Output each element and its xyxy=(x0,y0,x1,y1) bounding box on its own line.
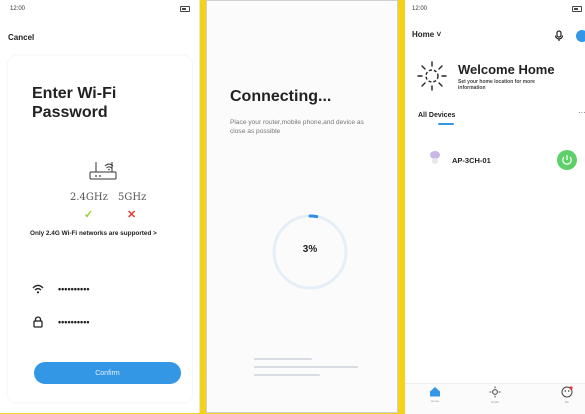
hint-line xyxy=(254,358,364,360)
battery-icon xyxy=(572,6,582,12)
microphone-icon[interactable] xyxy=(554,30,564,42)
welcome-title: Welcome Home xyxy=(458,62,555,77)
power-icon xyxy=(562,155,572,165)
tab-smart[interactable]: Smart xyxy=(482,386,508,404)
wifi-name-value: •••••••••• xyxy=(58,284,90,294)
wifi-icon xyxy=(32,284,44,294)
more-icon[interactable]: ··· xyxy=(578,108,585,117)
scene-icon xyxy=(489,386,501,398)
title-line-2: Password xyxy=(32,104,108,121)
cross-icon: ✕ xyxy=(127,209,137,221)
tab-label: Smart xyxy=(490,400,499,404)
device-name[interactable]: AP-3CH-01 xyxy=(452,156,491,165)
lock-icon xyxy=(33,316,43,328)
cancel-button[interactable]: Cancel xyxy=(8,33,34,42)
supported-networks-link[interactable]: Only 2.4G Wi-Fi networks are supported > xyxy=(30,230,157,237)
password-value: •••••••••• xyxy=(58,317,90,327)
device-icon xyxy=(430,151,440,164)
hint-line xyxy=(254,366,364,368)
tab-label: Home xyxy=(430,399,439,403)
tab-all-devices[interactable]: All Devices xyxy=(418,112,455,119)
router-icon xyxy=(89,162,117,180)
connecting-screen xyxy=(206,0,398,413)
home-selector[interactable]: Home ˅ xyxy=(412,30,441,39)
status-time: 12:00 xyxy=(10,6,26,12)
status-time: 12:00 xyxy=(412,6,428,12)
page-title: Enter Wi-Fi Password xyxy=(32,84,182,122)
progress-arc xyxy=(308,214,319,219)
page-title: Connecting... xyxy=(230,88,332,105)
home-icon xyxy=(430,387,440,397)
wifi-name-field[interactable]: •••••••••• xyxy=(32,284,90,294)
hint-line xyxy=(254,374,364,376)
battery-icon xyxy=(180,6,190,12)
connecting-description: Place your router,mobile phone,and devic… xyxy=(230,119,364,135)
check-icon: ✓ xyxy=(84,209,94,221)
band-24ghz: 2.4GHz xyxy=(70,192,108,203)
add-device-icon[interactable] xyxy=(576,30,585,42)
profile-icon xyxy=(561,386,573,398)
tab-label: Me xyxy=(564,400,570,404)
confirm-button[interactable]: Confirm xyxy=(34,362,181,384)
tab-indicator xyxy=(438,123,454,125)
password-field[interactable]: •••••••••• xyxy=(32,316,90,328)
welcome-subtitle[interactable]: Set your home location for more informat… xyxy=(458,79,558,91)
sun-icon xyxy=(417,61,447,91)
tab-me[interactable]: Me xyxy=(554,386,580,404)
progress-percent: 3% xyxy=(302,244,318,255)
title-line-1: Enter Wi-Fi xyxy=(32,85,117,102)
band-5ghz: 5GHz xyxy=(118,192,147,203)
tab-home[interactable]: Home xyxy=(422,386,448,403)
wifi-password-screen: 12:00 Cancel Enter Wi-Fi Password 2.4GHz… xyxy=(0,0,200,413)
power-button[interactable] xyxy=(557,150,577,170)
